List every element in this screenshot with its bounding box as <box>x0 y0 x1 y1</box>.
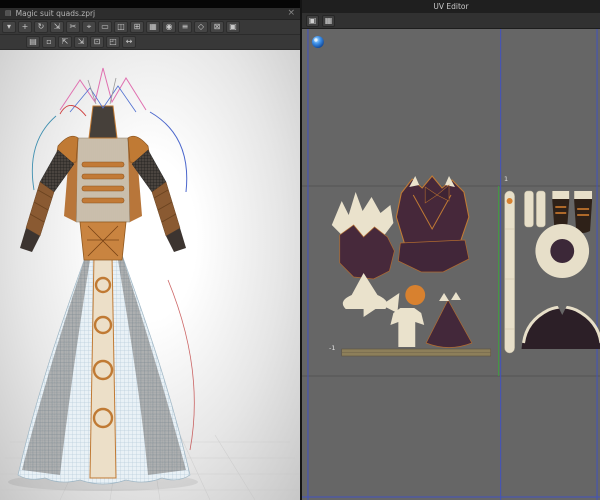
frame-tool-icon[interactable]: ▣ <box>226 21 240 33</box>
tool-glyph: ⇲ <box>77 37 85 46</box>
snap-corner-in-icon[interactable]: ⇱ <box>58 36 72 48</box>
uv-island-skirt-tri[interactable] <box>425 292 473 348</box>
tool-glyph: ↻ <box>37 22 45 31</box>
uv-island-fan[interactable] <box>521 303 600 349</box>
layers-icon[interactable]: ▤ <box>26 36 40 48</box>
uv-toolbar: ▣ ▦ <box>302 13 600 29</box>
uv-island-ring[interactable] <box>535 224 590 278</box>
bodice <box>75 137 131 223</box>
uv-island-belt-strip[interactable] <box>341 348 492 357</box>
tool-glyph: ⊠ <box>213 22 221 31</box>
rotate-tool-icon[interactable]: ↻ <box>34 21 48 33</box>
tool-glyph: ⊞ <box>133 22 141 31</box>
uv-island-long-strip[interactable] <box>504 190 515 354</box>
tool-glyph: ◇ <box>197 22 205 31</box>
collar <box>88 105 118 139</box>
uv-island-shirt[interactable] <box>390 308 425 347</box>
tool-glyph: ▣ <box>308 15 317 25</box>
tool-glyph: ◰ <box>109 37 117 46</box>
tool-glyph: ⊡ <box>93 37 101 46</box>
document-tab[interactable]: ▤ Magic suit quads.zprj × <box>0 8 300 20</box>
uv-island-boot-left[interactable] <box>552 191 570 229</box>
target-tool-icon[interactable]: ⌖ <box>82 21 96 33</box>
window-top-strip <box>0 0 300 8</box>
scissors-tool-icon[interactable]: ✂ <box>66 21 80 33</box>
app-window: ▤ Magic suit quads.zprj × ▾ + ↻ ⇲ ✂ ⌖ ▭ … <box>0 0 600 500</box>
material-sphere-icon[interactable] <box>311 36 324 48</box>
toolbar-row-2: ▤ ▫ ⇱ ⇲ ⊡ ◰ ↔ <box>0 35 300 50</box>
panel-3d-view: ▤ Magic suit quads.zprj × ▾ + ↻ ⇲ ✂ ⌖ ▭ … <box>0 0 300 500</box>
dashed-box-icon[interactable]: ▫ <box>42 36 56 48</box>
snap-corner-out-icon[interactable]: ⇲ <box>74 36 88 48</box>
tool-glyph: ▦ <box>149 22 157 31</box>
garment-dress[interactable] <box>17 105 191 485</box>
tool-glyph: ▫ <box>46 37 52 46</box>
arrows-horizontal-icon[interactable]: ↔ <box>122 36 136 48</box>
tool-glyph: ▤ <box>29 37 37 46</box>
uv-island-cuff-pair[interactable] <box>524 190 546 228</box>
tool-glyph: ▭ <box>101 22 109 31</box>
panel-uv-editor: UV Editor ▣ ▦ 1 -1 <box>300 0 600 500</box>
tool-glyph: ▾ <box>6 22 11 31</box>
tool-glyph: ▦ <box>324 15 333 25</box>
quarter-box-icon[interactable]: ◰ <box>106 36 120 48</box>
diamond-tool-icon[interactable]: ◇ <box>194 21 208 33</box>
tool-glyph: ⇲ <box>53 22 61 31</box>
tool-glyph: ⇱ <box>61 37 69 46</box>
tool-glyph: ↔ <box>125 37 133 46</box>
tool-glyph: ≡ <box>181 22 189 31</box>
uv-coord-label-max: 1 <box>504 175 509 183</box>
cursor-tool-icon[interactable]: ▾ <box>2 21 16 33</box>
mesh-grid-icon[interactable]: ▦ <box>146 21 160 33</box>
close-icon[interactable]: × <box>287 9 295 18</box>
split-panel-icon[interactable]: ◫ <box>114 21 128 33</box>
tool-glyph: + <box>21 22 29 31</box>
viewport-3d[interactable] <box>0 50 300 500</box>
document-title: Magic suit quads.zprj <box>15 9 96 18</box>
garment-3d-render <box>0 67 300 500</box>
uv-island-crown[interactable] <box>331 192 394 239</box>
pin-tool-icon[interactable]: ◉ <box>162 21 176 33</box>
packed-islands-icon[interactable]: ▣ <box>306 14 319 27</box>
delete-box-icon[interactable]: ⊠ <box>210 21 224 33</box>
menu-lines-icon[interactable]: ≡ <box>178 21 192 33</box>
dot-box-icon[interactable]: ⊡ <box>90 36 104 48</box>
uv-layout <box>302 29 600 500</box>
uv-island-circle[interactable] <box>405 285 426 305</box>
uv-editor-title: UV Editor <box>433 2 469 11</box>
scale-tool-icon[interactable]: ⇲ <box>50 21 64 33</box>
checker-texture-icon[interactable]: ▦ <box>322 14 335 27</box>
add-point-tool-icon[interactable]: + <box>18 21 32 33</box>
uv-island-band[interactable] <box>397 239 470 273</box>
uv-island-boot-right[interactable] <box>574 191 593 233</box>
tool-glyph: ▣ <box>229 22 237 31</box>
uv-editor-titlebar[interactable]: UV Editor <box>302 0 600 13</box>
uv-canvas[interactable]: 1 -1 <box>302 29 600 500</box>
tool-glyph: ◉ <box>165 22 173 31</box>
tool-glyph: ✂ <box>69 22 77 31</box>
toolbar-row-1: ▾ + ↻ ⇲ ✂ ⌖ ▭ ◫ ⊞ ▦ ◉ ≡ ◇ ⊠ ▣ <box>0 20 300 35</box>
tool-glyph: ⌖ <box>86 22 92 31</box>
rectangle-pattern-icon[interactable]: ▭ <box>98 21 112 33</box>
grid-add-icon[interactable]: ⊞ <box>130 21 144 33</box>
uv-coord-label-min: -1 <box>329 344 336 352</box>
document-icon: ▤ <box>5 9 12 17</box>
tool-glyph: ◫ <box>117 22 125 31</box>
